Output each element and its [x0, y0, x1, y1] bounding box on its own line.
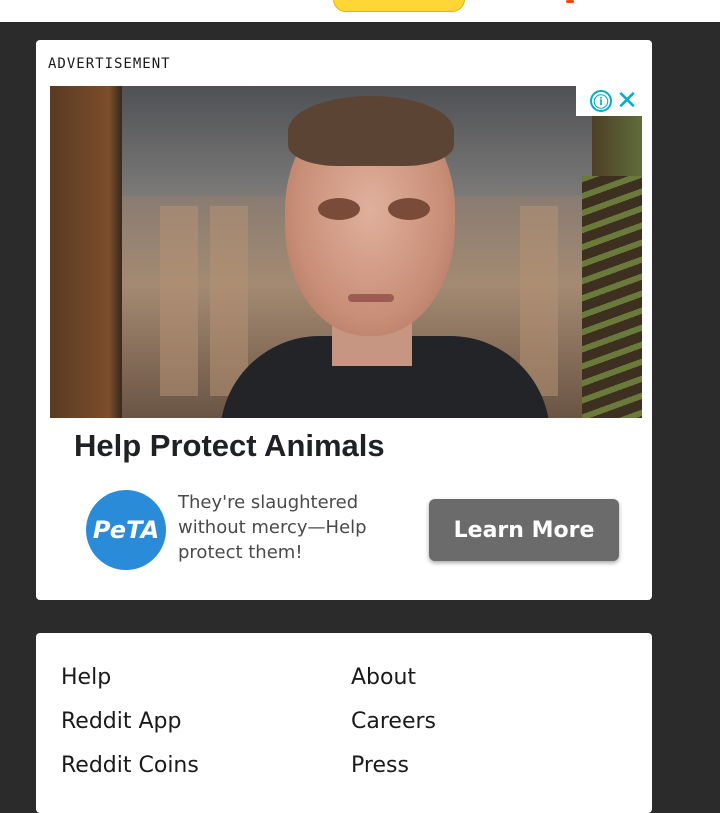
top-bar-accent [566, 0, 574, 3]
footer-link-about[interactable]: About [351, 661, 641, 695]
ad-image[interactable]: ⓘ ✕ [50, 86, 642, 418]
ad-headline[interactable]: Help Protect Animals [74, 428, 385, 464]
footer-link-press[interactable]: Press [351, 749, 641, 783]
top-bar [0, 0, 720, 22]
footer-link-careers[interactable]: Careers [351, 705, 641, 739]
advertisement-card: ADVERTISEMENT ⓘ ✕ Help Protect Animals P… [36, 40, 652, 600]
footer-link-help[interactable]: Help [61, 661, 351, 695]
ad-bottom-row: PeTA They're slaughtered without mercy—H… [86, 490, 620, 570]
info-icon[interactable]: ⓘ [590, 90, 612, 112]
ad-body-text: They're slaughtered without mercy—Help p… [178, 492, 367, 563]
footer-links-card: Help About Reddit App Careers Reddit Coi… [36, 633, 652, 813]
top-bar-button[interactable] [333, 0, 465, 12]
ad-choices: ⓘ ✕ [576, 86, 642, 116]
footer-link-reddit-coins[interactable]: Reddit Coins [61, 749, 351, 783]
peta-logo[interactable]: PeTA [86, 490, 166, 570]
footer-links: Help About Reddit App Careers Reddit Coi… [61, 661, 641, 783]
learn-more-button[interactable]: Learn More [429, 499, 619, 561]
footer-link-reddit-app[interactable]: Reddit App [61, 705, 351, 739]
ad-image-slats [582, 176, 642, 418]
advertisement-label: ADVERTISEMENT [48, 56, 171, 72]
close-icon[interactable]: ✕ [614, 88, 640, 114]
